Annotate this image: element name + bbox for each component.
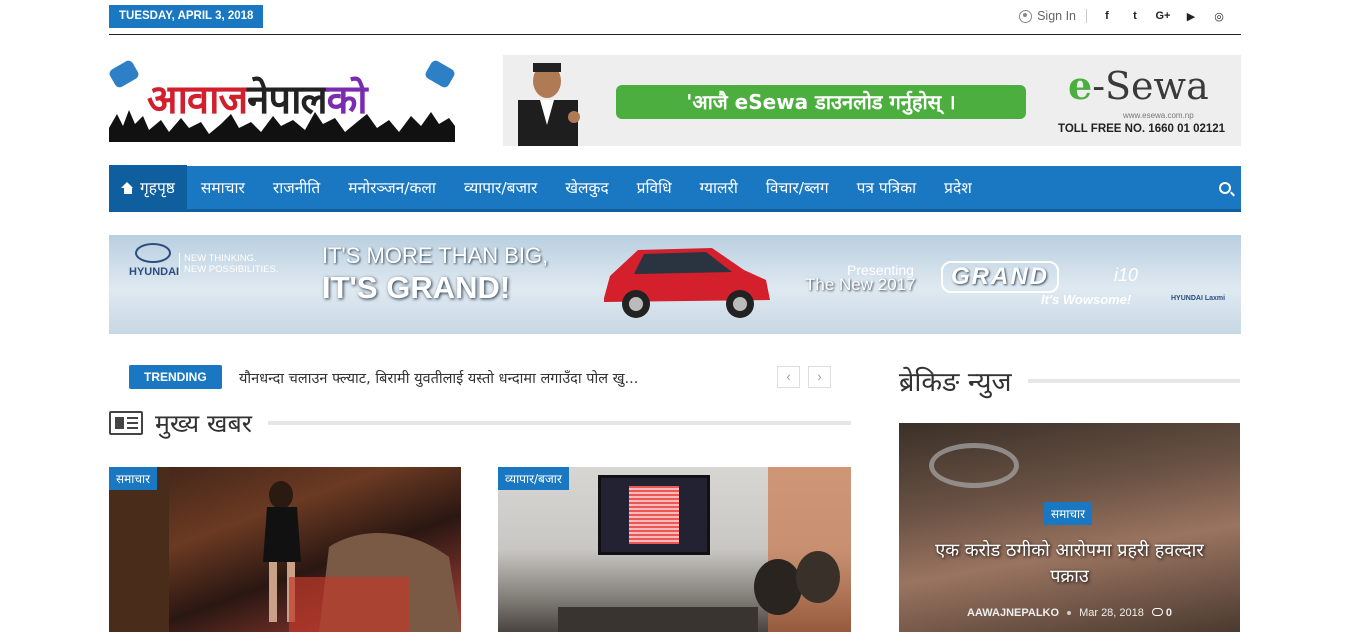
nav-item-newspapers[interactable]: पत्र पत्रिका xyxy=(843,165,931,211)
top-right-links: Sign In f t G+ ▶ ◎ xyxy=(1019,7,1233,25)
hyundai-tagline: NEW THINKING. NEW POSSIBILITIES. xyxy=(179,253,279,275)
meta-separator xyxy=(1067,611,1072,615)
esewa-brand-rest: -Sewa xyxy=(1092,64,1209,108)
nav-item-gallery[interactable]: ग्यालरी xyxy=(686,165,752,211)
logo-text: आवाजनेपालको xyxy=(147,70,368,125)
main-news-title: मुख्य खबर xyxy=(155,409,252,438)
nav-item-province[interactable]: प्रदेश xyxy=(930,165,986,211)
ad-person-image xyxy=(518,63,580,146)
hyundai-advertisement[interactable]: HYUNDAI NEW THINKING. NEW POSSIBILITIES.… xyxy=(109,235,1241,334)
top-bar: TUESDAY, APRIL 3, 2018 Sign In f t G+ ▶ … xyxy=(109,5,1241,35)
sign-in-link[interactable]: Sign In xyxy=(1019,9,1087,23)
nav-item-politics[interactable]: राजनीति xyxy=(259,165,334,211)
esewa-brand-e: e xyxy=(1068,63,1093,108)
ad-headline-1: IT'S MORE THAN BIG, xyxy=(322,243,549,268)
nav-item-business[interactable]: व्यापार/बजार xyxy=(450,165,551,211)
esewa-url: www.esewa.com.np xyxy=(1123,111,1194,120)
breaking-news-card[interactable]: समाचार एक करोड ठगीको आरोपमा प्रहरी हवल्द… xyxy=(899,423,1240,632)
hyundai-logo: HYUNDAI xyxy=(129,243,179,278)
heading-divider xyxy=(267,421,851,425)
trending-arrows: ‹ › xyxy=(777,366,831,388)
logo-part-3: को xyxy=(326,77,368,123)
car-image xyxy=(604,248,770,318)
news-card[interactable]: समाचार xyxy=(109,467,461,632)
ad-dealer-logos: HYUNDAI Laxmi xyxy=(1171,295,1226,302)
comment-icon xyxy=(1151,608,1163,616)
user-icon xyxy=(1019,9,1033,23)
sign-in-label: Sign In xyxy=(1037,9,1076,23)
youtube-icon[interactable]: ▶ xyxy=(1177,10,1205,23)
social-links: f t G+ ▶ ◎ xyxy=(1093,10,1233,23)
trending-label: TRENDING xyxy=(129,365,222,389)
site-logo[interactable]: आवाजनेपालको xyxy=(109,60,455,142)
date-badge: TUESDAY, APRIL 3, 2018 xyxy=(109,5,264,28)
hyundai-tagline-2: NEW POSSIBILITIES. xyxy=(184,264,279,275)
nav-home[interactable]: गृहपृष्ठ xyxy=(109,164,187,211)
microphone-icon xyxy=(423,60,455,90)
comments-count[interactable]: 0 xyxy=(1151,607,1173,619)
twitter-icon[interactable]: t xyxy=(1121,10,1149,23)
nav-item-sports[interactable]: खेलकुद xyxy=(551,165,622,211)
category-badge[interactable]: समाचार xyxy=(1044,502,1093,525)
main-navigation: गृहपृष्ठ समाचार राजनीति मनोरञ्जन/कला व्य… xyxy=(109,164,1241,212)
trending-next-button[interactable]: › xyxy=(808,366,831,388)
comments-value: 0 xyxy=(1165,607,1173,619)
heading-divider xyxy=(1027,378,1240,383)
handcuff-image xyxy=(929,443,1019,488)
nav-home-label: गृहपृष्ठ xyxy=(140,178,175,197)
trending-ticker: TRENDING यौनधन्दा चलाउन फ्ल्याट, बिरामी … xyxy=(129,364,831,390)
ad-model-suffix: i10 xyxy=(1114,265,1139,285)
news-card-people xyxy=(558,467,851,632)
microphone-icon xyxy=(109,60,141,90)
nav-item-news[interactable]: समाचार xyxy=(187,165,259,211)
nav-item-opinion[interactable]: विचार/ब्लग xyxy=(752,165,843,211)
instagram-icon[interactable]: ◎ xyxy=(1205,10,1233,23)
trending-headline[interactable]: यौनधन्दा चलाउन फ्ल्याट, बिरामी युवतीलाई … xyxy=(239,368,638,388)
ad-headline-2: IT'S GRAND! xyxy=(322,270,511,305)
news-card[interactable]: व्यापार/बजार xyxy=(498,467,851,632)
breaking-news-title: ब्रेकिङ न्युज xyxy=(899,367,1012,398)
category-badge[interactable]: व्यापार/बजार xyxy=(498,467,569,490)
breaking-news-heading: ब्रेकिङ न्युज xyxy=(899,362,1240,399)
esewa-toll-free: TOLL FREE NO. 1660 01 02121 xyxy=(1058,123,1226,135)
google-plus-icon[interactable]: G+ xyxy=(1149,10,1177,23)
ad-slogan: It's Wowsome! xyxy=(1041,292,1132,307)
post-date: Mar 28, 2018 xyxy=(1079,607,1144,619)
hyundai-logo-mark xyxy=(135,243,171,263)
logo-part-2: नेपाल xyxy=(247,77,327,123)
ad-model-name: GRAND xyxy=(941,261,1059,293)
home-icon xyxy=(121,181,134,194)
news-card-image xyxy=(109,467,461,632)
esewa-advertisement[interactable]: 'आजै eSewa डाउनलोड गर्नुहोस् । e-Sewa ww… xyxy=(503,55,1241,146)
trending-prev-button[interactable]: ‹ xyxy=(777,366,800,388)
category-badge[interactable]: समाचार xyxy=(109,467,158,490)
hyundai-tagline-1: NEW THINKING. xyxy=(184,253,257,264)
esewa-cta: 'आजै eSewa डाउनलोड गर्नुहोस् । xyxy=(616,85,1026,119)
logo-part-1: आवाज xyxy=(147,77,248,123)
breaking-headline[interactable]: एक करोड ठगीको आरोपमा प्रहरी हवल्दार पक्र… xyxy=(915,538,1224,590)
nav-item-entertainment[interactable]: मनोरञ्जन/कला xyxy=(334,165,450,211)
nav-item-technology[interactable]: प्रविधि xyxy=(623,165,686,211)
breaking-meta: AAWAJNEPALKO Mar 28, 2018 0 xyxy=(899,607,1240,619)
esewa-brand: e-Sewa xyxy=(1068,63,1209,108)
hyundai-brand: HYUNDAI xyxy=(129,266,180,278)
main-news-heading: मुख्य खबर xyxy=(109,406,851,440)
ad-new-2017: The New 2017 xyxy=(805,275,916,294)
facebook-icon[interactable]: f xyxy=(1093,10,1121,23)
newspaper-icon xyxy=(109,411,143,435)
search-icon[interactable] xyxy=(1219,182,1231,194)
author-name[interactable]: AAWAJNEPALKO xyxy=(967,607,1059,619)
